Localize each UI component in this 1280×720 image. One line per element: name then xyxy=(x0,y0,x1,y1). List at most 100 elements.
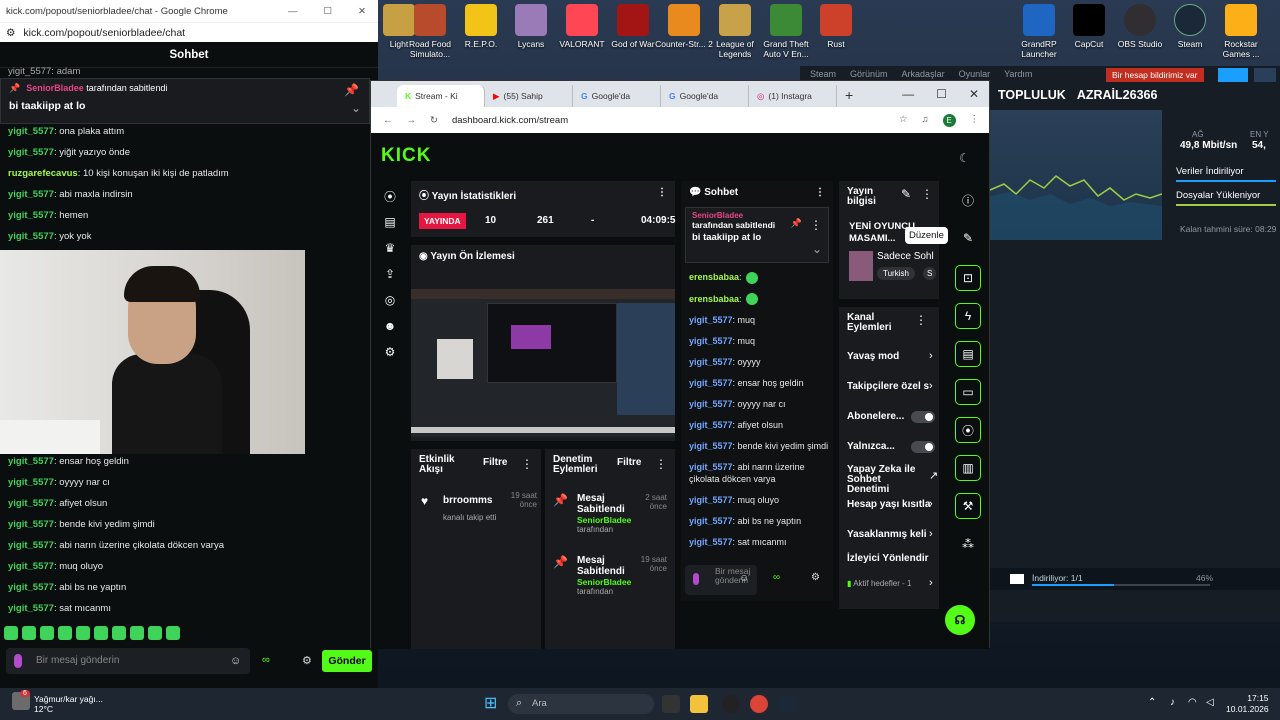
support-headset-icon[interactable]: ☊ xyxy=(945,605,975,635)
steam-menu-help[interactable]: Yardım xyxy=(1004,69,1032,79)
camera-frame-icon[interactable]: ⊡ xyxy=(955,265,981,291)
microphone-icon[interactable] xyxy=(14,654,22,668)
signal-icon[interactable]: ⦿ xyxy=(955,417,981,443)
active-goals[interactable]: ▮ Aktif hedefler - 1 xyxy=(847,579,911,588)
new-tab-icon[interactable]: + xyxy=(845,87,853,103)
gear-icon[interactable]: ⚙ xyxy=(302,654,312,667)
tab-stream[interactable]: K Stream - Ki xyxy=(397,85,485,107)
tab-instagram[interactable]: ◎ (1) Instagra xyxy=(749,85,837,107)
url-field[interactable]: dashboard.kick.com/stream xyxy=(452,115,568,126)
emote-icon[interactable] xyxy=(745,271,758,284)
more-menu-icon[interactable]: ⋮ xyxy=(970,114,980,127)
pinned-message[interactable]: 📌 SeniorBladee tarafından sabitlendi bi t… xyxy=(0,78,370,124)
tray-chevron-icon[interactable]: ⌃ xyxy=(1148,697,1156,708)
document-icon[interactable]: ▤ xyxy=(955,341,981,367)
steam-menu-games[interactable]: Oyunlar xyxy=(959,69,991,79)
emoji-icon[interactable]: ☺ xyxy=(230,655,241,667)
emote-icon[interactable] xyxy=(745,293,758,306)
action-slow-mode[interactable]: Yavaş mod xyxy=(847,351,899,362)
chat-username[interactable]: yigit_5577 xyxy=(8,231,54,242)
chat-username[interactable]: yigit_5577 xyxy=(689,420,733,430)
emote-icon[interactable] xyxy=(148,626,162,640)
emote-icon[interactable] xyxy=(76,626,90,640)
emote-icon[interactable] xyxy=(94,626,108,640)
bookmark-star-icon[interactable]: ☆ xyxy=(899,114,908,127)
tab-youtube[interactable]: ▶ (55) Sahip xyxy=(485,85,573,107)
moon-icon[interactable]: ☾ xyxy=(959,151,970,165)
task-view-icon[interactable] xyxy=(662,695,680,713)
wrench-icon[interactable]: ⚒ xyxy=(955,493,981,519)
minimize-icon[interactable]: — xyxy=(288,6,298,17)
stats-icon[interactable]: ▤ xyxy=(377,209,403,235)
chat-icon[interactable]: ▭ xyxy=(955,379,981,405)
chat-username[interactable]: yigit_5577 xyxy=(8,126,54,137)
stream-preview-video[interactable] xyxy=(411,289,675,437)
chevron-right-icon[interactable]: › xyxy=(929,528,933,540)
maximize-icon[interactable]: ☐ xyxy=(936,87,947,101)
desktop-icon-rust[interactable]: Rust xyxy=(807,4,865,49)
chat-username[interactable]: yigit_5577 xyxy=(689,399,733,409)
more-icon[interactable]: ⋮ xyxy=(655,457,667,471)
file-explorer-icon[interactable] xyxy=(690,695,708,713)
steam-nav-community[interactable]: TOPLULUK xyxy=(998,88,1066,102)
kick-logo[interactable]: KICK xyxy=(381,145,431,167)
tab-google-2[interactable]: G Google'da xyxy=(661,85,749,107)
emoji-icon[interactable]: ☺ xyxy=(739,573,749,584)
chat-username[interactable]: erensbabaa xyxy=(689,294,739,304)
chat-username[interactable]: erensbabaa xyxy=(689,272,739,282)
chat-username[interactable]: yigit_5577 xyxy=(8,477,54,488)
desktop-icon-valorant[interactable]: VALORANT xyxy=(553,4,611,49)
microphone-icon[interactable] xyxy=(693,573,699,585)
chat-username[interactable]: yigit_5577 xyxy=(8,498,54,509)
emote-icon[interactable] xyxy=(22,626,36,640)
microphone-icon[interactable]: ♪ xyxy=(1170,697,1175,708)
steam-menu-friends[interactable]: Arkadaşlar xyxy=(902,69,945,79)
chat-username[interactable]: yigit_5577 xyxy=(689,537,733,547)
desktop-icon-league[interactable]: League of Legends xyxy=(706,4,764,59)
pin-toggle-icon[interactable]: 📌 xyxy=(344,83,359,97)
desktop-icon-rockstar[interactable]: Rockstar Games ... xyxy=(1212,4,1270,59)
chat-pinned-message[interactable]: SeniorBladee tarafından sabitlendi bi ta… xyxy=(685,207,829,263)
steam-menu-view[interactable]: Görünüm xyxy=(850,69,888,79)
chat-username[interactable]: yigit_5577 xyxy=(8,540,54,551)
steam-icon[interactable] xyxy=(778,695,796,713)
chat-username[interactable]: yigit_5577 xyxy=(8,561,54,572)
back-icon[interactable]: ← xyxy=(383,115,393,126)
gear-icon[interactable]: ⚙ xyxy=(811,572,820,583)
game-launcher-icon[interactable] xyxy=(722,695,740,713)
emote-icon[interactable] xyxy=(58,626,72,640)
edit-icon[interactable]: ✎ xyxy=(901,187,911,201)
chat-username[interactable]: yigit_5577 xyxy=(8,189,54,200)
camera-icon[interactable]: ◎ xyxy=(377,287,403,313)
only-toggle[interactable] xyxy=(911,441,935,453)
steam-report-button[interactable]: Bir hesap bildirimiz var xyxy=(1106,68,1204,82)
external-link-icon[interactable]: ↗ xyxy=(929,469,938,482)
chat-input[interactable]: Bir mesaj gönderin xyxy=(6,648,250,674)
windows-start-icon[interactable]: ⊞ xyxy=(484,695,497,713)
steam-broadcast-button[interactable] xyxy=(1218,68,1248,82)
layout-icon[interactable]: ▥ xyxy=(955,455,981,481)
chat-username[interactable]: yigit_5577 xyxy=(689,357,733,367)
trophy-icon[interactable]: ♛ xyxy=(377,235,403,261)
mod-filter[interactable]: Filtre xyxy=(617,457,641,468)
chevron-right-icon[interactable]: › xyxy=(929,577,933,589)
chat-username[interactable]: yigit_5577 xyxy=(689,495,733,505)
emote-icon[interactable] xyxy=(112,626,126,640)
lightning-icon[interactable]: ϟ xyxy=(955,303,981,329)
emote-icon[interactable] xyxy=(166,626,180,640)
chat-username[interactable]: yigit_5577 xyxy=(8,210,54,221)
desktop-icon-lycans[interactable]: Lycans xyxy=(502,4,560,49)
minimize-icon[interactable]: — xyxy=(902,87,914,101)
chevron-right-icon[interactable]: › xyxy=(929,380,933,392)
more-icon[interactable]: ⋮ xyxy=(915,313,927,327)
chat-username[interactable]: yigit_5577 xyxy=(8,456,54,467)
activity-user[interactable]: brroomms xyxy=(443,495,492,506)
close-icon[interactable]: ✕ xyxy=(969,87,979,101)
send-button[interactable]: Gönder xyxy=(322,650,372,672)
profile-avatar[interactable]: E xyxy=(942,113,956,127)
upload-icon[interactable]: ⇪ xyxy=(377,261,403,287)
wifi-icon[interactable]: ◠ xyxy=(1188,697,1197,708)
emote-icon[interactable] xyxy=(40,626,54,640)
chevron-right-icon[interactable]: › xyxy=(929,350,933,362)
chevron-down-icon[interactable]: ⌄ xyxy=(812,242,822,256)
